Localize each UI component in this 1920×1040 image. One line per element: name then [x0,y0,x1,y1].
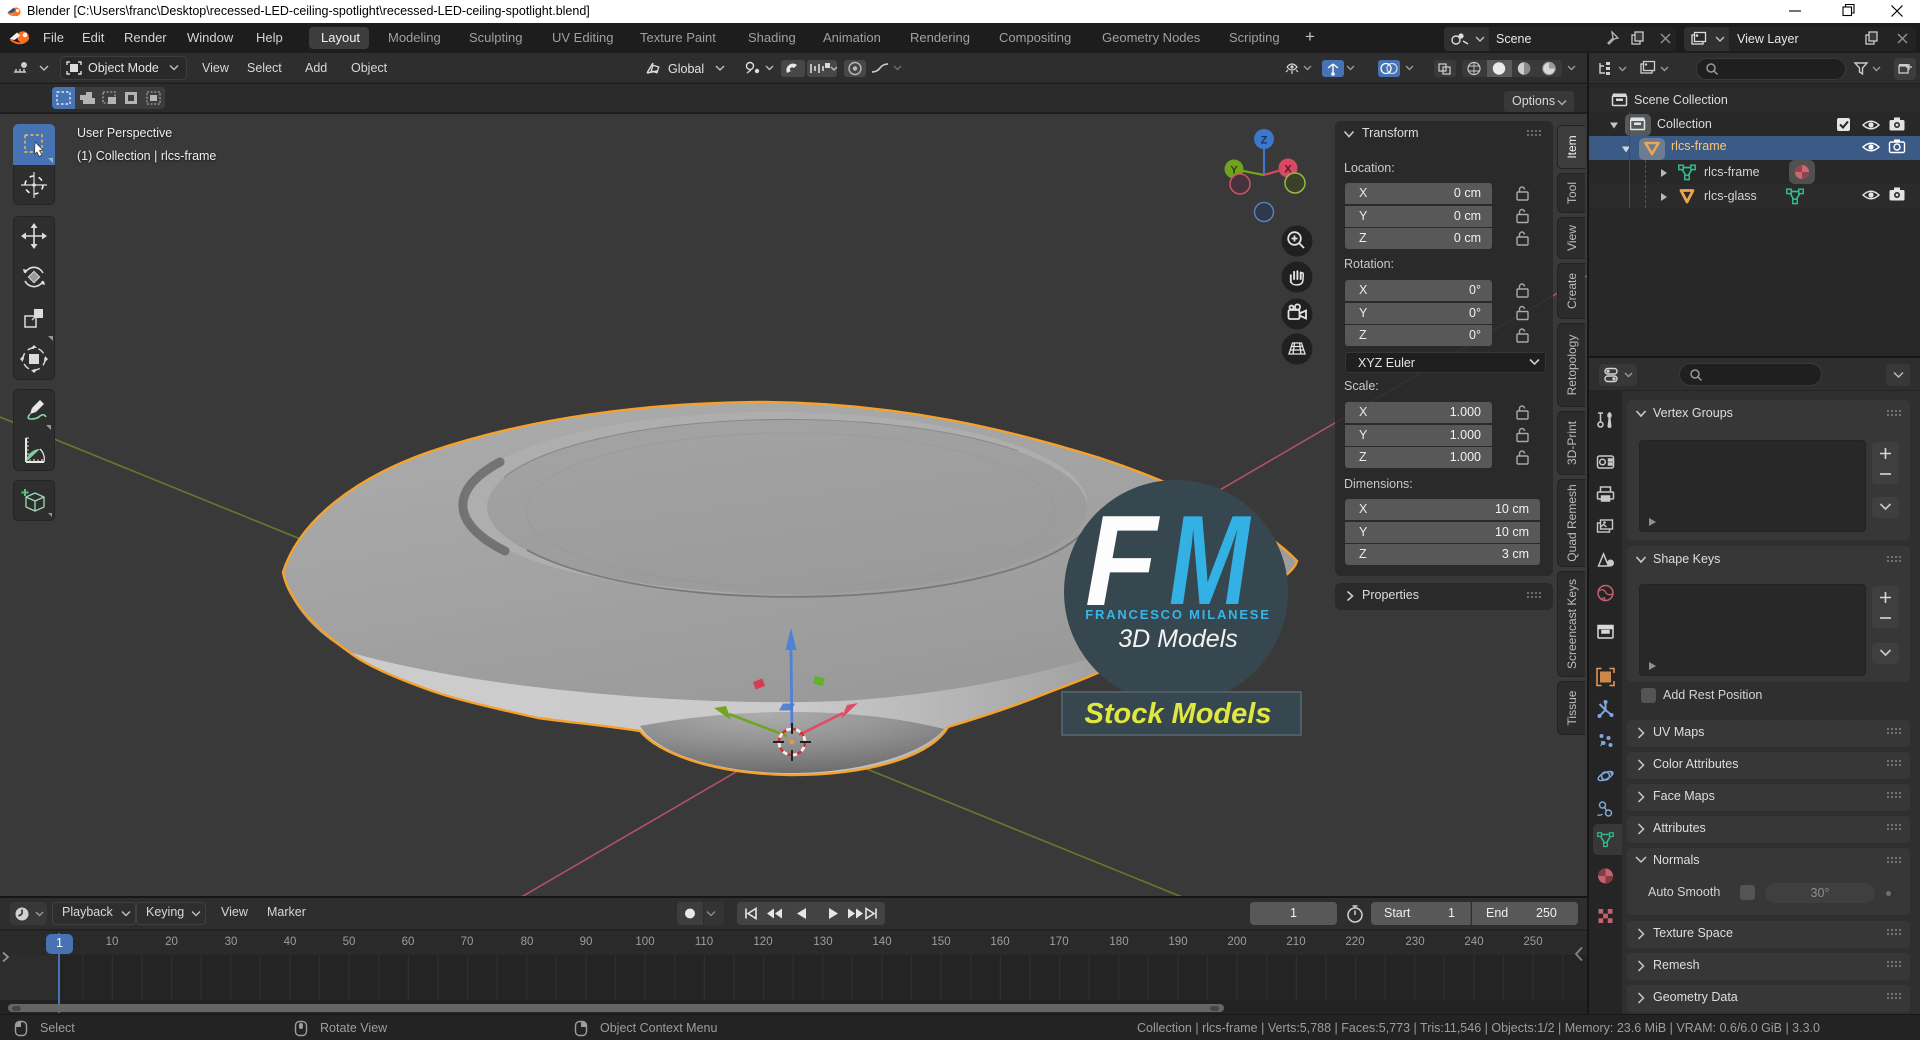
svg-text:130: 130 [813,936,832,948]
svg-text:30: 30 [225,936,238,948]
svg-text:220: 220 [1345,936,1364,948]
svg-text:Z: Z [1261,135,1268,147]
svg-text:40: 40 [284,936,297,948]
svg-text:Stock Models: Stock Models [1085,698,1272,730]
svg-text:50: 50 [343,936,356,948]
svg-text:250: 250 [1523,936,1542,948]
svg-text:230: 230 [1405,936,1424,948]
svg-text:60: 60 [402,936,415,948]
svg-text:140: 140 [872,936,891,948]
svg-text:70: 70 [461,936,474,948]
svg-text:200: 200 [1227,936,1246,948]
svg-text:Global: Global [668,62,704,76]
svg-text:170: 170 [1049,936,1068,948]
svg-text:FRANCESCO MILANESE: FRANCESCO MILANESE [1085,607,1271,622]
svg-text:110: 110 [695,936,713,948]
svg-text:100: 100 [635,936,654,948]
svg-text:180: 180 [1109,936,1128,948]
svg-text:240: 240 [1464,936,1483,948]
svg-text:160: 160 [990,936,1009,948]
svg-text:150: 150 [931,936,950,948]
svg-text:10: 10 [106,936,119,948]
svg-text:210: 210 [1286,936,1305,948]
svg-text:20: 20 [165,936,178,948]
svg-text:120: 120 [753,936,772,948]
svg-text:190: 190 [1168,936,1187,948]
svg-text:80: 80 [521,936,534,948]
svg-text:3D Models: 3D Models [1118,625,1238,653]
svg-text:90: 90 [580,936,593,948]
